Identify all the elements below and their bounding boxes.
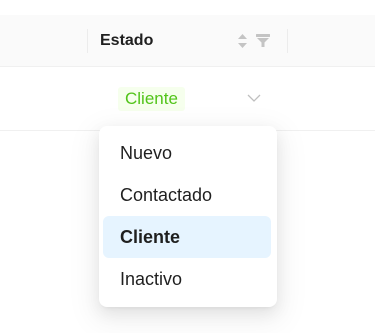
status-tag: Cliente [118,87,185,111]
table-row: Cliente [0,67,375,131]
table-header: Estado [0,15,375,67]
column-divider [87,29,88,53]
table-page: Estado Cliente Nuevo Contactado Cliente … [0,0,375,333]
column-divider [287,29,288,53]
option-nuevo[interactable]: Nuevo [103,132,271,174]
chevron-down-icon [247,94,261,102]
status-dropdown: Nuevo Contactado Cliente Inactivo [99,126,277,307]
filter-icon[interactable] [256,34,270,47]
option-cliente[interactable]: Cliente [103,216,271,258]
column-title-estado: Estado [100,32,154,49]
status-select[interactable]: Cliente [110,77,272,121]
option-contactado[interactable]: Contactado [103,174,271,216]
sort-icon[interactable] [237,33,248,49]
option-inactivo[interactable]: Inactivo [103,258,271,300]
